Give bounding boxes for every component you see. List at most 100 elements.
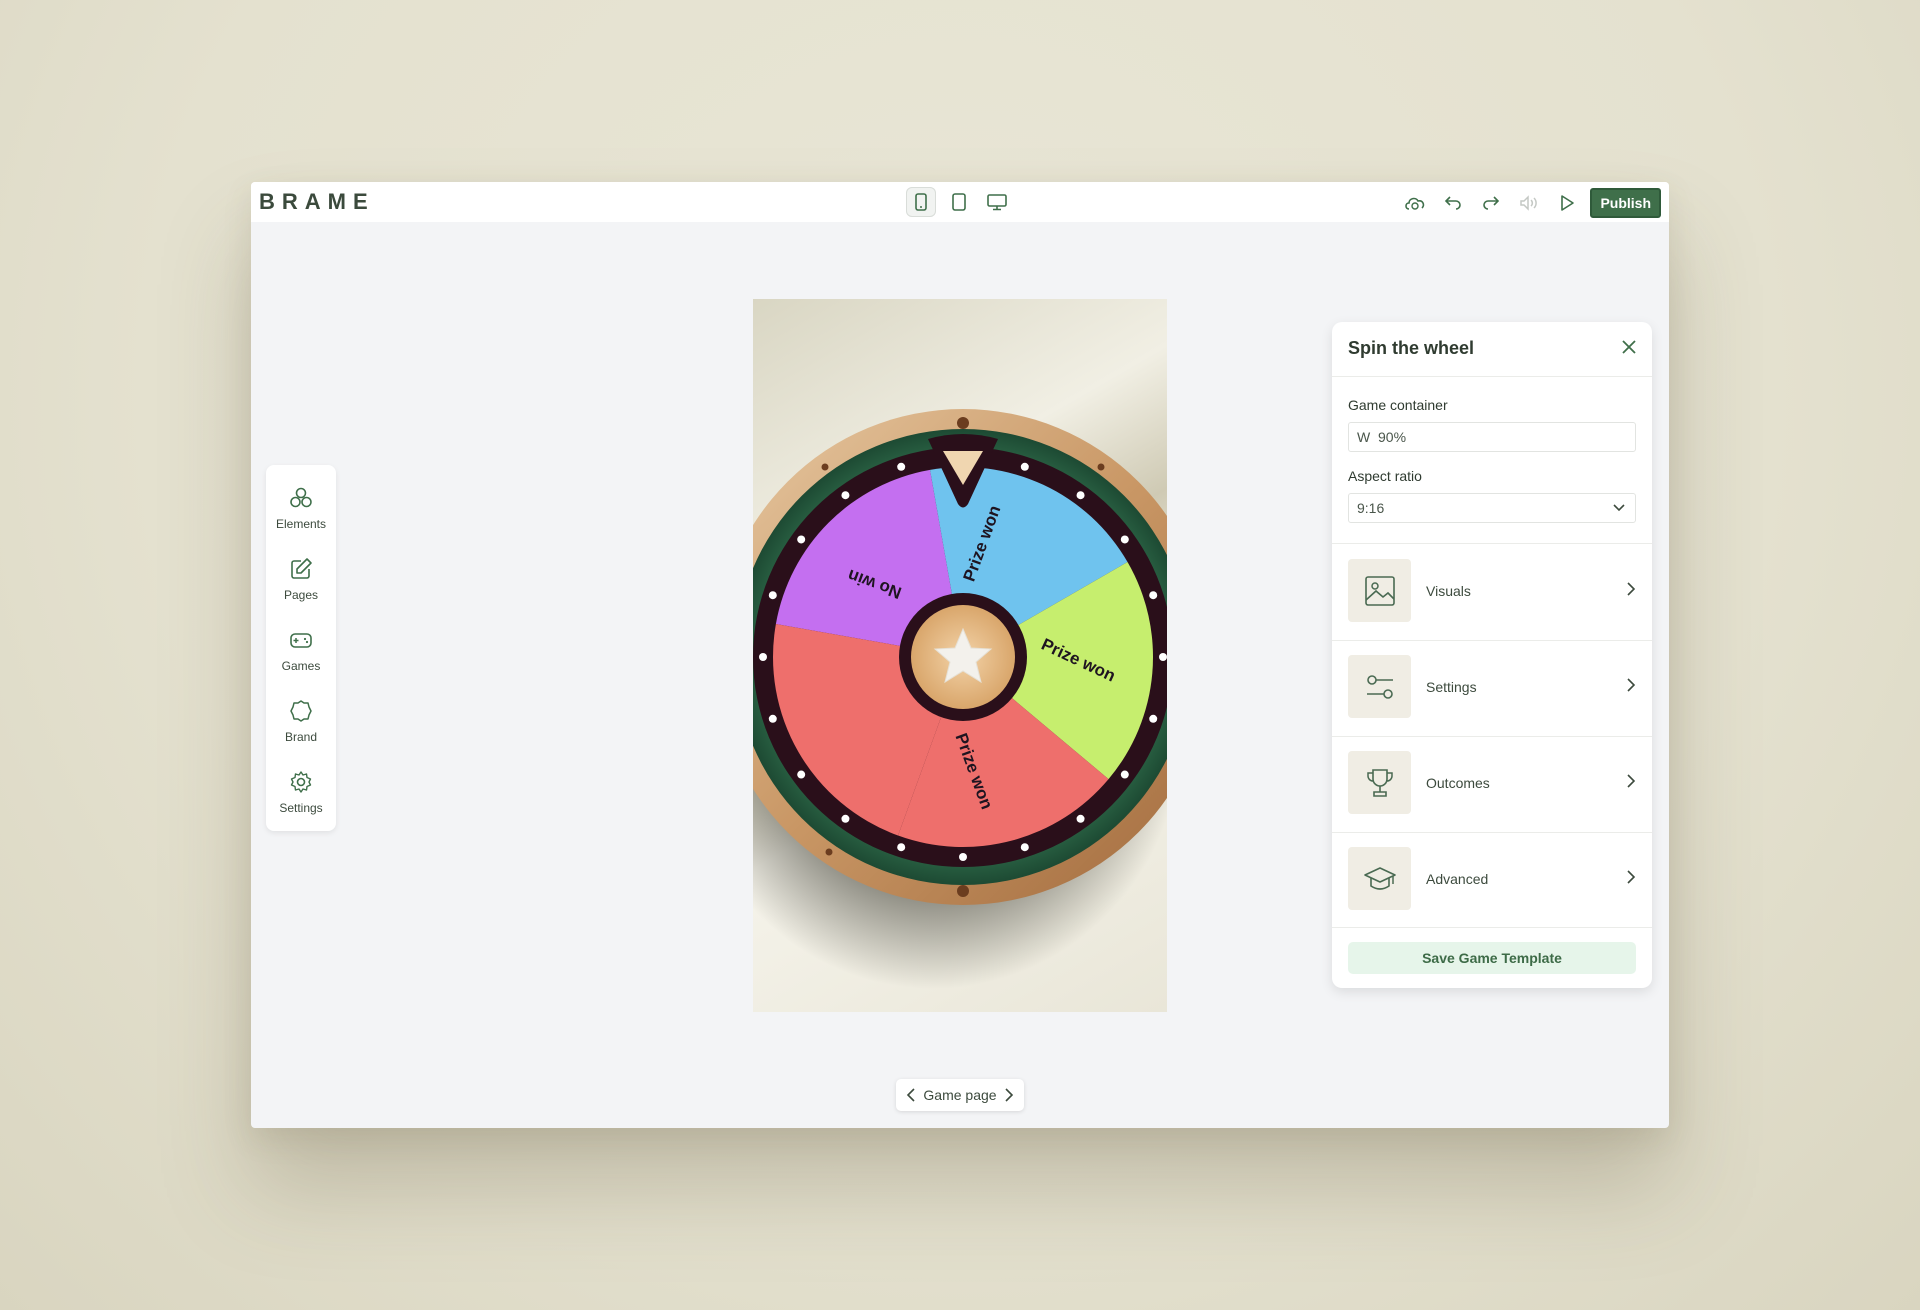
play-icon (1561, 195, 1575, 211)
sidebar-item-label: Brand (284, 730, 318, 744)
sidebar-item-label: Pages (283, 588, 319, 602)
graduation-cap-icon (1363, 866, 1396, 890)
wheel-peg (759, 653, 767, 661)
settings-thumb (1348, 655, 1411, 718)
page-pager: Game page (896, 1079, 1024, 1111)
wheel-peg (1120, 770, 1129, 779)
brame-logo: BRAME (259, 189, 375, 214)
rim-bolt (1097, 463, 1105, 471)
mobile-view-button[interactable] (906, 187, 936, 217)
sidebar-item-elements[interactable]: Elements (266, 485, 336, 531)
visuals-thumb (1348, 559, 1411, 622)
rim-bolt (957, 417, 969, 429)
wheel-peg (1149, 591, 1158, 600)
width-value: 90% (1378, 429, 1407, 445)
row-label: Outcomes (1426, 775, 1490, 791)
chevron-down-icon (1613, 504, 1625, 512)
wheel-peg (768, 714, 777, 723)
outcomes-thumb (1348, 751, 1411, 814)
image-icon (1364, 575, 1395, 606)
top-actions: Publish (1400, 188, 1661, 218)
width-prefix: W (1357, 429, 1371, 445)
mobile-icon (915, 193, 927, 211)
wheel-peg (797, 770, 806, 779)
row-label: Visuals (1426, 583, 1471, 599)
wheel-peg (1120, 535, 1129, 544)
wheel-peg (897, 462, 906, 471)
sidebar-item-brand[interactable]: Brand (266, 698, 336, 744)
rim-bolt (957, 885, 969, 897)
close-button[interactable] (1620, 338, 1638, 361)
wheel-peg (897, 843, 906, 852)
gear-icon (290, 771, 312, 793)
wheel-peg (768, 591, 777, 600)
row-advanced[interactable]: Advanced (1332, 832, 1652, 927)
cloud-sync-button[interactable] (1400, 189, 1430, 217)
preview-button[interactable] (1552, 189, 1582, 217)
save-game-template-button[interactable]: Save Game Template (1348, 942, 1636, 974)
publish-button[interactable]: Publish (1590, 188, 1661, 218)
rim-bolt (821, 463, 829, 471)
wheel-peg (1076, 491, 1085, 500)
divider (1332, 376, 1652, 377)
chevron-right-icon (1627, 774, 1636, 788)
close-icon (1622, 340, 1636, 354)
tablet-icon (952, 193, 966, 211)
wheel-peg (1159, 653, 1167, 661)
wheel-peg (959, 853, 967, 861)
panel-title: Spin the wheel (1348, 338, 1475, 358)
game-canvas[interactable]: Prize won Prize won Prize won No win (753, 299, 1167, 1012)
edit-icon (291, 558, 312, 579)
row-label: Advanced (1426, 871, 1489, 887)
current-page-label: Game page (923, 1087, 997, 1103)
chevron-right-icon (1627, 678, 1636, 692)
aspect-ratio-value: 9:16 (1357, 500, 1385, 516)
properties-panel: Spin the wheel Game container W 90% Aspe… (1332, 322, 1652, 988)
sidebar-item-pages[interactable]: Pages (266, 556, 336, 602)
chevron-left-icon[interactable] (906, 1088, 916, 1102)
device-switcher (906, 187, 1012, 217)
aspect-ratio-select[interactable]: 9:16 (1348, 493, 1636, 523)
chevron-right-icon[interactable] (1004, 1088, 1014, 1102)
divider (1332, 927, 1652, 928)
wheel-peg (841, 491, 850, 500)
wheel-peg (1020, 843, 1029, 852)
sidebar-item-games[interactable]: Games (266, 627, 336, 673)
row-label: Settings (1426, 679, 1477, 695)
width-field[interactable]: W 90% (1348, 422, 1636, 452)
sliders-icon (1366, 674, 1393, 699)
tablet-view-button[interactable] (944, 187, 974, 217)
wheel-peg (841, 814, 850, 823)
wheel-peg (1076, 814, 1085, 823)
aspect-ratio-label: Aspect ratio (1348, 468, 1422, 484)
undo-icon (1445, 196, 1462, 210)
redo-button[interactable] (1476, 189, 1506, 217)
row-settings[interactable]: Settings (1332, 640, 1652, 735)
desktop-view-button[interactable] (982, 187, 1012, 217)
chevron-right-icon (1627, 582, 1636, 596)
editor-window: BRAME Publish Elements Pages Games Brand… (251, 182, 1669, 1128)
redo-icon (1483, 196, 1500, 210)
row-outcomes[interactable]: Outcomes (1332, 736, 1652, 831)
sidebar-item-label: Games (281, 659, 321, 673)
sidebar-item-settings[interactable]: Settings (266, 769, 336, 815)
advanced-thumb (1348, 847, 1411, 910)
undo-button[interactable] (1438, 189, 1468, 217)
rim-bolt (825, 848, 833, 856)
sidebar-item-label: Elements (275, 517, 327, 531)
volume-icon (1520, 195, 1538, 211)
row-visuals[interactable]: Visuals (1332, 544, 1652, 639)
cloud-sync-icon (1405, 197, 1425, 210)
chevron-right-icon (1627, 870, 1636, 884)
spin-wheel[interactable]: Prize wonPrize wonPrize wonNo win (753, 299, 1167, 1012)
gamepad-icon (290, 633, 312, 648)
elements-icon (290, 487, 312, 508)
sound-button[interactable] (1514, 189, 1544, 217)
left-sidebar: Elements Pages Games Brand Settings (266, 465, 336, 831)
game-container-label: Game container (1348, 397, 1448, 413)
wheel-peg (797, 535, 806, 544)
sidebar-item-label: Settings (279, 801, 323, 815)
trophy-icon (1366, 768, 1393, 797)
badge-icon (290, 700, 312, 722)
desktop-icon (987, 194, 1007, 211)
